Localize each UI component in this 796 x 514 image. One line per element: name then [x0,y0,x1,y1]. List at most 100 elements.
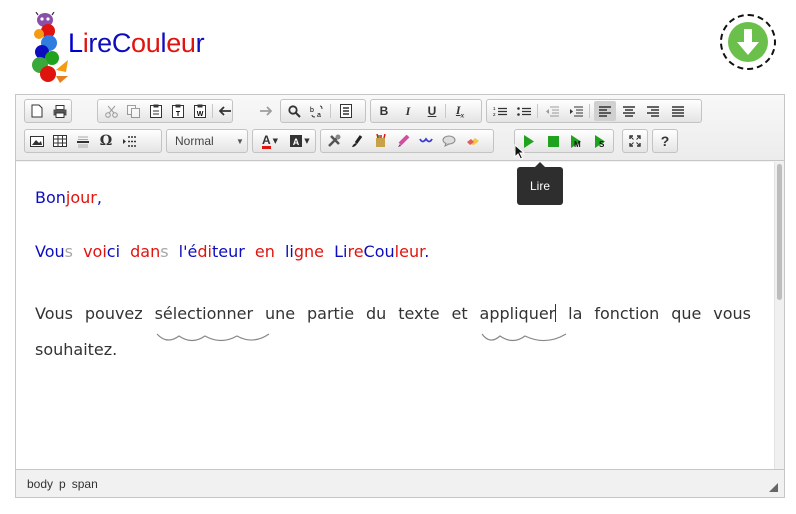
numbered-list-button[interactable]: 12 [489,101,511,121]
paste-word-button[interactable]: W [189,101,211,121]
chevron-down-icon: ▼ [272,137,279,145]
svg-text:S: S [599,140,605,148]
colored-text-segment: jour [65,188,97,207]
word-appliquer: appliquer [479,304,556,323]
paste-text-button[interactable]: T [167,101,189,121]
colored-text-segment: dan [130,242,161,261]
insert-image-button[interactable] [26,131,48,151]
separator [445,104,446,118]
resize-handle-icon[interactable] [769,483,778,492]
title-letters: C [111,28,132,58]
vertical-scrollbar[interactable] [774,162,784,469]
read-syllable-button[interactable]: S [590,131,612,151]
italic-button[interactable]: I [397,101,419,121]
print-button[interactable] [49,101,71,121]
colored-text-segment: s [160,242,169,261]
colored-text-segment: s [64,242,73,261]
title-letters: L [68,28,83,58]
italic-icon: I [405,103,411,118]
insert-table-button[interactable] [49,131,71,151]
scrollbar-thumb[interactable] [777,164,782,300]
indent-icon [570,106,583,116]
undo-button[interactable] [214,101,236,121]
paste-button[interactable] [145,101,167,121]
svg-text:T: T [176,111,181,118]
paste-word-icon: W [194,104,206,118]
path-item[interactable]: p [59,477,66,491]
title-letters: re [88,28,112,58]
separator [537,104,538,118]
tools-button[interactable] [323,131,345,151]
svg-text:A: A [293,137,300,147]
svg-text:a: a [317,112,321,118]
separator [330,104,331,118]
bulleted-list-button[interactable] [513,101,535,121]
maximize-button[interactable] [624,131,646,151]
align-right-button[interactable] [642,101,664,121]
text-segment: Vous pouvez [35,304,155,323]
editor-content[interactable]: Bonjour, Vous voici dans l'éditeur en li… [16,162,784,469]
underline-icon: U [427,104,437,118]
path-item[interactable]: body [27,477,53,491]
justify-button[interactable] [667,101,689,121]
paint-pot-button[interactable] [369,131,391,151]
svg-text:W: W [197,111,204,118]
rich-text-editor: T W ba B I U Ix 1 2 Ω Normal ▼ A ▼ A ▼ M… [15,94,785,498]
paragraph-instructions: Vous pouvez sélectionner une partie du t… [35,296,751,368]
copy-button[interactable] [122,101,144,121]
syllable-arcs [481,333,566,342]
play-word-icon: M [570,134,581,148]
stop-icon [547,135,559,147]
brush-button[interactable] [346,131,368,151]
decrease-indent-button[interactable] [541,101,563,121]
align-center-button[interactable] [618,101,640,121]
lirecouleur-tools-group [320,129,494,153]
bold-button[interactable]: B [373,101,395,121]
align-left-button[interactable] [594,101,616,121]
cut-button[interactable] [100,101,122,121]
color-group: A ▼ A ▼ [252,129,316,153]
redo-icon [259,105,272,116]
colored-text-segment [120,242,130,261]
question-mark-icon: ? [660,133,670,149]
syllable-arcs-word: sélectionner [155,296,269,342]
background-color-icon: A [290,135,303,147]
stop-button[interactable] [542,131,564,151]
page-break-button[interactable] [118,131,140,151]
read-word-button[interactable]: M [566,131,588,151]
tooltip-text: Lire [529,179,550,193]
replace-button[interactable]: ba [306,101,328,121]
arc-button[interactable] [415,131,437,151]
text-color-button[interactable]: A ▼ [255,131,285,151]
play-tooltip: Lire [517,162,563,205]
document-group [24,99,72,123]
align-left-icon [599,105,611,117]
select-all-icon [340,104,352,118]
horizontal-line-button[interactable] [72,131,94,151]
increase-indent-button[interactable] [565,101,587,121]
colored-text-segment: leur [394,242,425,261]
special-char-button[interactable]: Ω [95,131,117,151]
paste-text-icon: T [172,104,184,118]
format-select[interactable]: Normal ▼ [166,129,248,153]
editor-statusbar: body p span [16,469,784,497]
help-button[interactable]: ? [654,131,676,151]
select-all-button[interactable] [335,101,357,121]
separator [212,104,213,118]
redo-button[interactable] [254,101,276,121]
download-button[interactable] [720,14,776,70]
eraser-button[interactable] [462,131,484,151]
background-color-button[interactable]: A ▼ [286,131,314,151]
underline-button[interactable]: U [421,101,443,121]
remove-format-button[interactable]: Ix [449,101,471,121]
bubble-button[interactable] [438,131,460,151]
find-button[interactable] [283,101,305,121]
path-item[interactable]: span [72,477,98,491]
svg-text:b: b [310,107,314,114]
colored-text-segment: gne [293,242,325,261]
marker-button[interactable] [392,131,414,151]
play-icon [524,134,534,148]
page-break-icon [123,135,136,147]
svg-text:M: M [574,140,581,148]
new-page-button[interactable] [26,101,48,121]
